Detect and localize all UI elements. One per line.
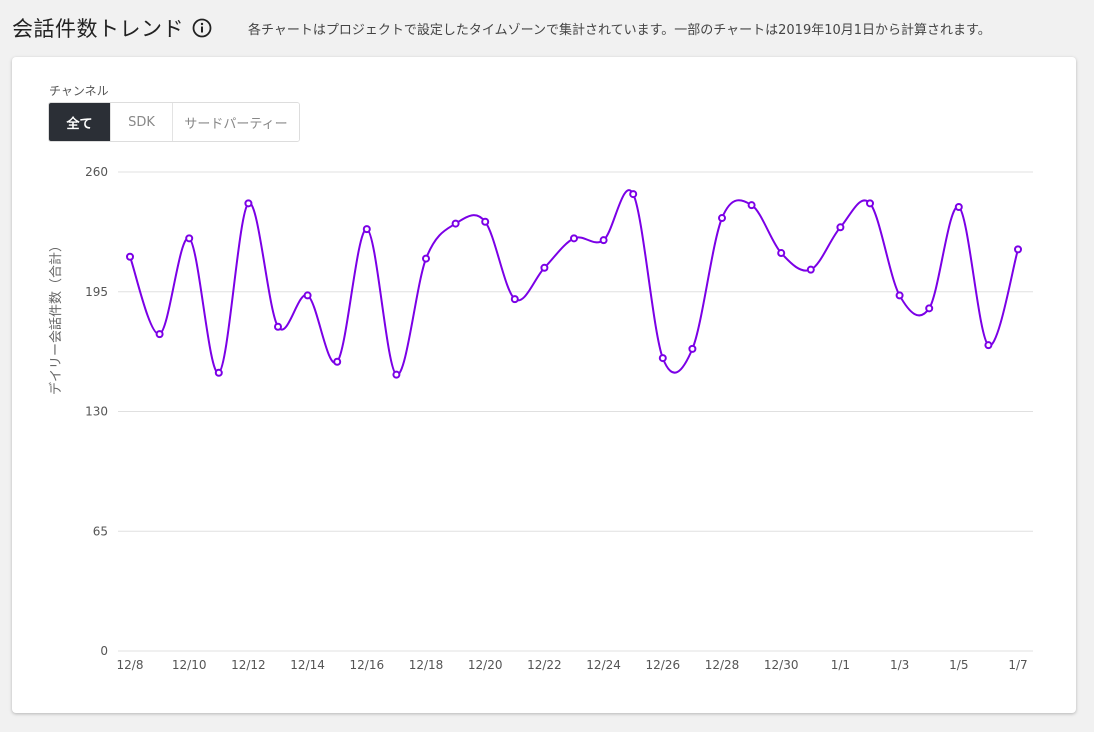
info-icon[interactable]: [192, 18, 212, 38]
data-point[interactable]: [126, 252, 134, 261]
chart-card: チャンネル 全て SDK サードパーティー 0 65 130 195 260 12/8 1…: [12, 57, 1076, 713]
x-tick-label: 12/24: [586, 658, 621, 672]
data-point[interactable]: [570, 234, 578, 243]
timezone-note: 各チャートはプロジェクトで設定したタイムゾーンで集計されています。一部のチャート…: [248, 22, 991, 38]
x-tick-label: 1/5: [949, 658, 968, 672]
data-point[interactable]: [274, 322, 282, 331]
y-tick-label: 130: [85, 405, 108, 419]
data-point[interactable]: [155, 330, 164, 339]
data-point[interactable]: [718, 214, 726, 223]
data-point[interactable]: [362, 225, 371, 234]
series-line: [129, 189, 1019, 376]
data-point[interactable]: [866, 199, 874, 208]
data-point[interactable]: [392, 370, 401, 379]
y-axis-label: デイリー会話件数（合計）: [48, 239, 64, 395]
data-point[interactable]: [510, 295, 519, 304]
data-point[interactable]: [688, 344, 697, 353]
x-tick-label: 12/30: [764, 658, 799, 672]
data-point[interactable]: [214, 368, 223, 377]
x-tick-label: 12/10: [172, 658, 207, 672]
data-point[interactable]: [925, 304, 934, 313]
data-point[interactable]: [185, 234, 194, 243]
data-point[interactable]: [658, 354, 667, 363]
x-tick-label: 1/7: [1008, 658, 1027, 672]
data-point[interactable]: [895, 291, 904, 300]
x-tick-label: 12/16: [350, 658, 385, 672]
data-point[interactable]: [451, 219, 460, 228]
data-point[interactable]: [629, 190, 638, 199]
data-point[interactable]: [836, 223, 845, 232]
y-tick-label: 260: [85, 165, 108, 179]
data-point[interactable]: [777, 249, 786, 258]
x-tick-label: 12/18: [409, 658, 444, 672]
x-tick-label: 12/8: [117, 658, 144, 672]
y-tick-label: 65: [93, 524, 108, 538]
y-tick-label: 0: [100, 644, 108, 658]
data-point[interactable]: [422, 254, 430, 263]
x-tick-label: 1/3: [890, 658, 909, 672]
page-title: 会話件数トレンド: [12, 17, 184, 41]
line-chart: 0 65 130 195 260 12/8 12/10 12/12 12/14 12/16 12/…: [48, 165, 1033, 672]
y-tick-label: 195: [85, 285, 108, 299]
x-tick-label: 12/22: [527, 658, 562, 672]
data-point[interactable]: [1014, 245, 1022, 254]
data-point[interactable]: [954, 203, 963, 212]
data-point[interactable]: [540, 263, 549, 272]
data-point[interactable]: [599, 236, 608, 245]
x-tick-label: 12/14: [290, 658, 325, 672]
data-point[interactable]: [747, 201, 756, 210]
data-point[interactable]: [303, 291, 312, 300]
data-point[interactable]: [806, 265, 815, 274]
x-tick-label: 12/26: [646, 658, 681, 672]
x-tick-label: 12/20: [468, 658, 503, 672]
data-point[interactable]: [984, 341, 993, 350]
data-point[interactable]: [244, 199, 253, 208]
x-tick-label: 1/1: [831, 658, 850, 672]
header: 会話件数トレンド 各チャートはプロジェクトで設定したタイムゾーンで集計されていま…: [12, 12, 1080, 44]
x-tick-label: 12/28: [705, 658, 740, 672]
data-point[interactable]: [481, 217, 490, 226]
data-point[interactable]: [333, 357, 342, 366]
x-tick-label: 12/12: [231, 658, 266, 672]
